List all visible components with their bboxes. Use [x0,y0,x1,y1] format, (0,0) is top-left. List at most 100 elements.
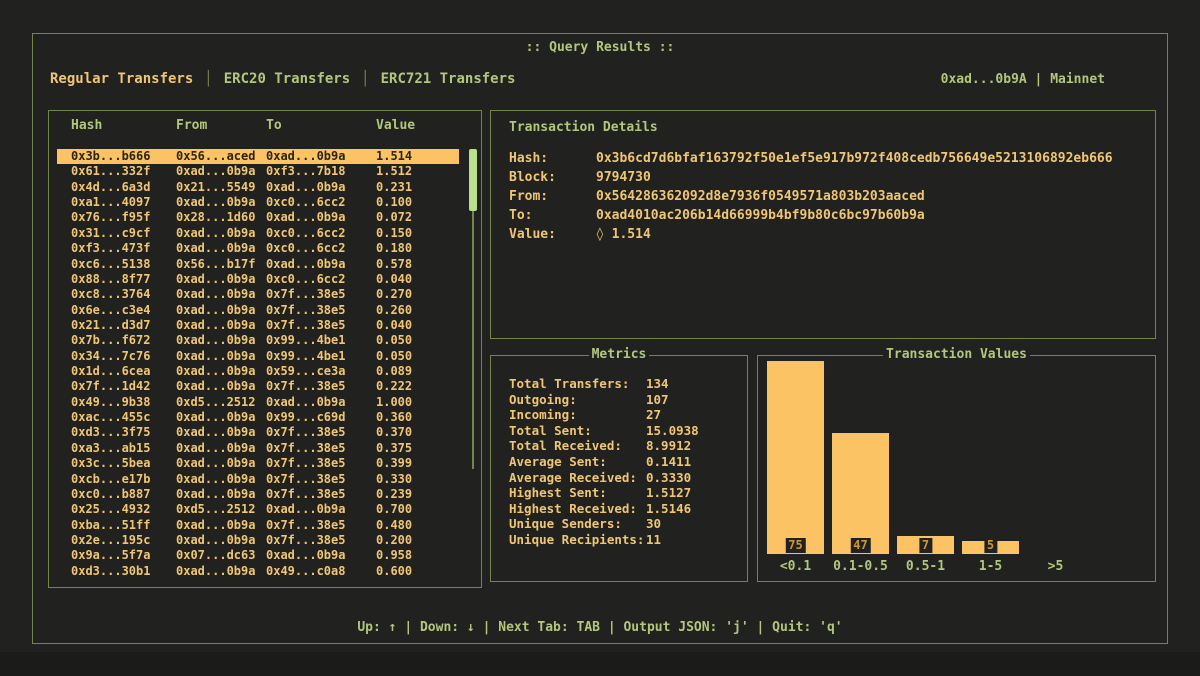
cell-hash: 0x7b...f672 [71,333,176,348]
tab-regular-transfers[interactable]: Regular Transfers [50,71,193,87]
chart-x-tick-label: 0.5-1 [906,559,945,574]
metric-item: Highest Sent:1.5127 [509,485,699,501]
table-row[interactable]: 0x76...f95f0x28...1d600xad...0b9a0.072 [57,210,459,225]
chart-bar: 7 [897,536,954,554]
chart-x-tick-label: >5 [1048,559,1064,574]
table-row[interactable]: 0x61...332f0xad...0b9a0xf3...7b181.512 [57,164,459,179]
transfers-table-panel: Hash From To Value 0x3b...b6660x56...ace… [48,110,482,588]
metric-label: Total Transfers: [509,376,646,392]
tab-separator: │ [193,71,223,87]
metric-label: Total Sent: [509,423,646,439]
cell-to: 0xad...0b9a [266,548,376,563]
cell-from: 0xad...0b9a [176,564,266,579]
table-row[interactable]: 0xd3...3f750xad...0b9a0x7f...38e50.370 [57,425,459,440]
column-header-from: From [176,118,266,133]
cell-from: 0x56...aced [176,149,266,164]
tab-erc20-transfers[interactable]: ERC20 Transfers [224,71,350,87]
metric-label: Highest Sent: [509,485,646,501]
detail-value: 0x3b6cd7d6bfaf163792f50e1ef5e917b972f408… [596,151,1113,166]
cell-to: 0xad...0b9a [266,149,376,164]
cell-to: 0x7f...38e5 [266,287,376,302]
chart-bar-value: 7 [919,538,932,553]
cell-hash: 0x7f...1d42 [71,379,176,394]
table-row[interactable]: 0x4d...6a3d0x21...55490xad...0b9a0.231 [57,180,459,195]
cell-to: 0x99...c69d [266,410,376,425]
table-row[interactable]: 0xcb...e17b0xad...0b9a0x7f...38e50.330 [57,472,459,487]
metric-value: 30 [646,516,661,531]
table-row[interactable]: 0x6e...c3e40xad...0b9a0x7f...38e50.260 [57,303,459,318]
cell-to: 0x7f...38e5 [266,425,376,440]
detail-value: 9794730 [596,170,651,185]
cell-to: 0x99...4be1 [266,333,376,348]
detail-field: Block:9794730 [509,168,1113,187]
cell-to: 0xad...0b9a [266,502,376,517]
cell-to: 0x7f...38e5 [266,303,376,318]
cell-from: 0xad...0b9a [176,425,266,440]
cell-from: 0xad...0b9a [176,333,266,348]
table-row[interactable]: 0xd3...30b10xad...0b9a0x49...c0a80.600 [57,564,459,579]
cell-hash: 0x1d...6cea [71,364,176,379]
scrollbar-track[interactable] [472,211,474,469]
table-row[interactable]: 0xc6...51380x56...b17f0xad...0b9a0.578 [57,257,459,272]
table-row[interactable]: 0x7b...f6720xad...0b9a0x99...4be10.050 [57,333,459,348]
table-row[interactable]: 0xc0...b8870xad...0b9a0x7f...38e50.239 [57,487,459,502]
cell-val: 0.050 [376,349,412,364]
cell-val: 0.150 [376,226,412,241]
table-row[interactable]: 0x9a...5f7a0x07...dc630xad...0b9a0.958 [57,548,459,563]
cell-from: 0xad...0b9a [176,379,266,394]
metric-value: 1.5127 [646,485,691,500]
table-row[interactable]: 0xc8...37640xad...0b9a0x7f...38e50.270 [57,287,459,302]
table-row[interactable]: 0xa1...40970xad...0b9a0xc0...6cc20.100 [57,195,459,210]
cell-from: 0xad...0b9a [176,410,266,425]
metric-value: 27 [646,407,661,422]
table-row[interactable]: 0x34...7c760xad...0b9a0x99...4be10.050 [57,349,459,364]
chart-x-tick-label: 0.1-0.5 [833,559,888,574]
metric-label: Total Received: [509,438,646,454]
metric-item: Highest Received:1.5146 [509,501,699,517]
table-row[interactable]: 0x31...c9cf0xad...0b9a0xc0...6cc20.150 [57,226,459,241]
cell-val: 0.180 [376,241,412,256]
table-row[interactable]: 0x3c...5bea0xad...0b9a0x7f...38e50.399 [57,456,459,471]
cell-hash: 0xcb...e17b [71,472,176,487]
cell-val: 0.231 [376,180,412,195]
table-row[interactable]: 0x25...49320xd5...25120xad...0b9a0.700 [57,502,459,517]
table-row[interactable]: 0x7f...1d420xad...0b9a0x7f...38e50.222 [57,379,459,394]
cell-to: 0xc0...6cc2 [266,241,376,256]
table-row[interactable]: 0x88...8f770xad...0b9a0xc0...6cc20.040 [57,272,459,287]
tab-erc721-transfers[interactable]: ERC721 Transfers [381,71,516,87]
cell-to: 0x7f...38e5 [266,518,376,533]
scrollbar-thumb[interactable] [469,149,477,211]
table-row[interactable]: 0x3b...b6660x56...aced0xad...0b9a1.514 [57,149,459,164]
metric-label: Incoming: [509,407,646,423]
cell-to: 0x49...c0a8 [266,564,376,579]
table-row[interactable]: 0x49...9b380xd5...25120xad...0b9a1.000 [57,395,459,410]
chart-bar-value: 75 [785,538,805,553]
cell-val: 0.050 [376,333,412,348]
table-row[interactable]: 0xa3...ab150xad...0b9a0x7f...38e50.375 [57,441,459,456]
cell-hash: 0x6e...c3e4 [71,303,176,318]
cell-to: 0xad...0b9a [266,180,376,195]
table-row[interactable]: 0xf3...473f0xad...0b9a0xc0...6cc20.180 [57,241,459,256]
cell-to: 0xad...0b9a [266,210,376,225]
table-row[interactable]: 0xac...455c0xad...0b9a0x99...c69d0.360 [57,410,459,425]
cell-from: 0xad...0b9a [176,349,266,364]
cell-to: 0xad...0b9a [266,395,376,410]
table-row[interactable]: 0xba...51ff0xad...0b9a0x7f...38e50.480 [57,518,459,533]
chart-bar: 75 [767,361,824,554]
cell-val: 0.239 [376,487,412,502]
cell-val: 0.270 [376,287,412,302]
table-row[interactable]: 0x2e...195c0xad...0b9a0x7f...38e50.200 [57,533,459,548]
detail-field: To:0xad4010ac206b14d66999b4bf9b80c6bc97b… [509,206,1113,225]
column-header-value: Value [376,118,415,133]
table-row[interactable]: 0x1d...6cea0xad...0b9a0x59...ce3a0.089 [57,364,459,379]
cell-to: 0xc0...6cc2 [266,226,376,241]
chart-bar-value: 5 [984,538,997,553]
cell-to: 0xc0...6cc2 [266,272,376,287]
cell-hash: 0x31...c9cf [71,226,176,241]
metric-value: 1.5146 [646,501,691,516]
cell-from: 0xad...0b9a [176,364,266,379]
column-header-to: To [266,118,376,133]
table-row[interactable]: 0x21...d3d70xad...0b9a0x7f...38e50.040 [57,318,459,333]
cell-to: 0x7f...38e5 [266,487,376,502]
chart-x-tick-label: <0.1 [780,559,811,574]
